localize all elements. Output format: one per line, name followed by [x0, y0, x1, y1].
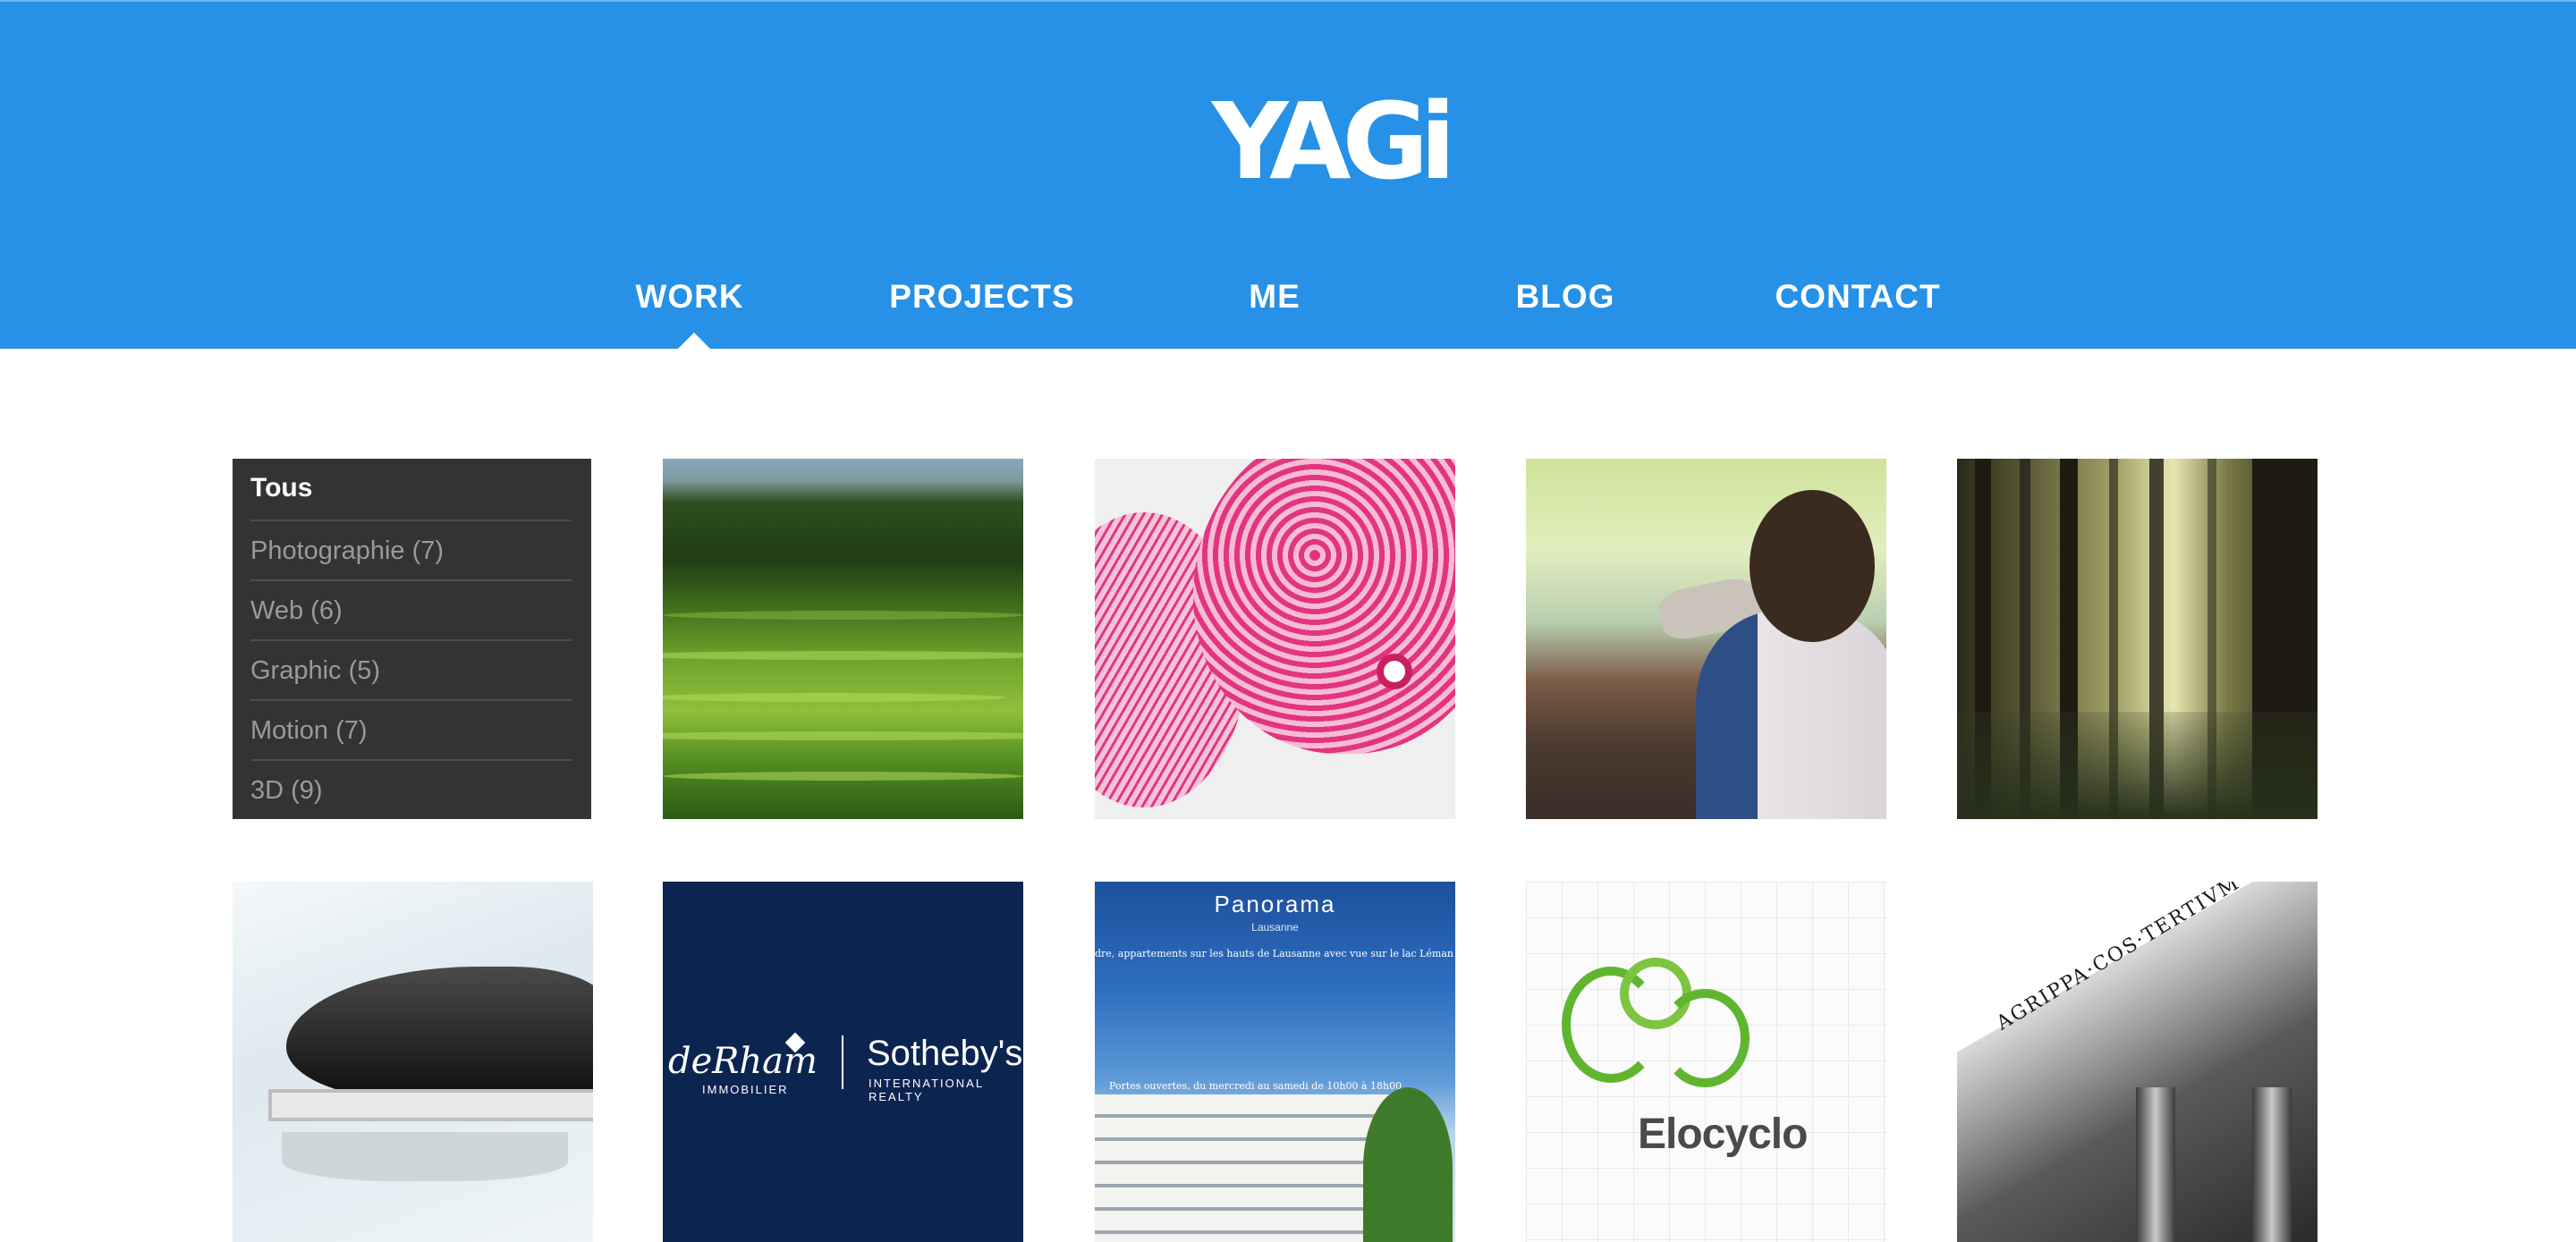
filter-item-3d[interactable]: 3D (9) — [250, 761, 572, 821]
filter-item-graphic[interactable]: Graphic (5) — [250, 641, 572, 701]
filter-item-all[interactable]: Tous — [250, 459, 572, 521]
shoe-sole — [268, 1089, 593, 1121]
site-header: YAGi WORK PROJECTS ME BLOG CONTACT — [0, 0, 2576, 351]
portfolio-tile-pink-bird[interactable] — [1095, 459, 1455, 819]
forest-floor — [1957, 712, 2318, 819]
filter-item-web[interactable]: Web (6) — [250, 581, 572, 641]
elocyclo-logo-ring — [1660, 989, 1750, 1087]
bird-illustration-eye — [1377, 654, 1412, 689]
nav-item-projects[interactable]: PROJECTS — [866, 270, 1098, 324]
column-shape — [2136, 1087, 2175, 1242]
logo-text: YAGi — [1212, 80, 1456, 203]
nav-item-me[interactable]: ME — [1158, 270, 1391, 324]
active-nav-indicator — [676, 333, 712, 351]
portfolio-tile-forest[interactable] — [1957, 459, 2318, 819]
portfolio-tile-panorama[interactable]: Panorama Lausanne dre, appartements sur … — [1095, 882, 1455, 1242]
sothebys-logo-text: Sotheby's — [867, 1034, 1023, 1073]
main-nav: WORK PROJECTS ME BLOG CONTACT — [0, 270, 2576, 324]
elocyclo-logo-text: Elocyclo — [1638, 1111, 1808, 1158]
skate-blade — [282, 1132, 568, 1181]
person-head-shape — [1750, 490, 1875, 642]
panorama-announcement: Portes ouvertes, du mercredi au samedi d… — [1109, 1080, 1402, 1092]
category-filter: Tous Photographie (7) Web (6) Graphic (5… — [233, 459, 591, 819]
filter-item-motion[interactable]: Motion (7) — [250, 701, 572, 761]
panorama-title: Panorama — [1214, 891, 1336, 917]
portfolio-tile-pantheon[interactable]: AGRIPPA·COS·TERTIVM·FECIT — [1957, 882, 2318, 1242]
derham-subtitle: IMMOBILIER — [702, 1083, 789, 1096]
panorama-subtitle: Lausanne — [1251, 921, 1299, 934]
building-shape — [1095, 1094, 1399, 1242]
logo-divider — [842, 1035, 843, 1089]
portfolio-tile-derham-sothebys[interactable]: deRham IMMOBILIER Sotheby's INTERNATIONA… — [663, 882, 1023, 1242]
shoe-upper — [286, 967, 593, 1101]
nav-item-blog[interactable]: BLOG — [1449, 270, 1682, 324]
tree-shape — [1363, 1087, 1453, 1242]
column-shape — [2252, 1087, 2292, 1242]
filter-item-photographie[interactable]: Photographie (7) — [250, 521, 572, 581]
sothebys-subtitle: INTERNATIONAL REALTY — [869, 1077, 984, 1103]
yagi-logo[interactable]: YAGi — [1212, 79, 1456, 204]
person-shirt-shape — [1696, 611, 1886, 819]
portfolio-tile-elocyclo[interactable]: Elocyclo — [1526, 882, 1886, 1242]
nav-item-contact[interactable]: CONTACT — [1741, 270, 1974, 324]
portfolio-tile-skate-shoe[interactable] — [233, 882, 593, 1242]
portfolio-tile-rice-terraces[interactable] — [663, 459, 1023, 819]
nav-item-work[interactable]: WORK — [573, 270, 806, 324]
portfolio-tile-crowd[interactable] — [1526, 459, 1886, 819]
panorama-description: dre, appartements sur les hauts de Lausa… — [1095, 948, 1455, 959]
